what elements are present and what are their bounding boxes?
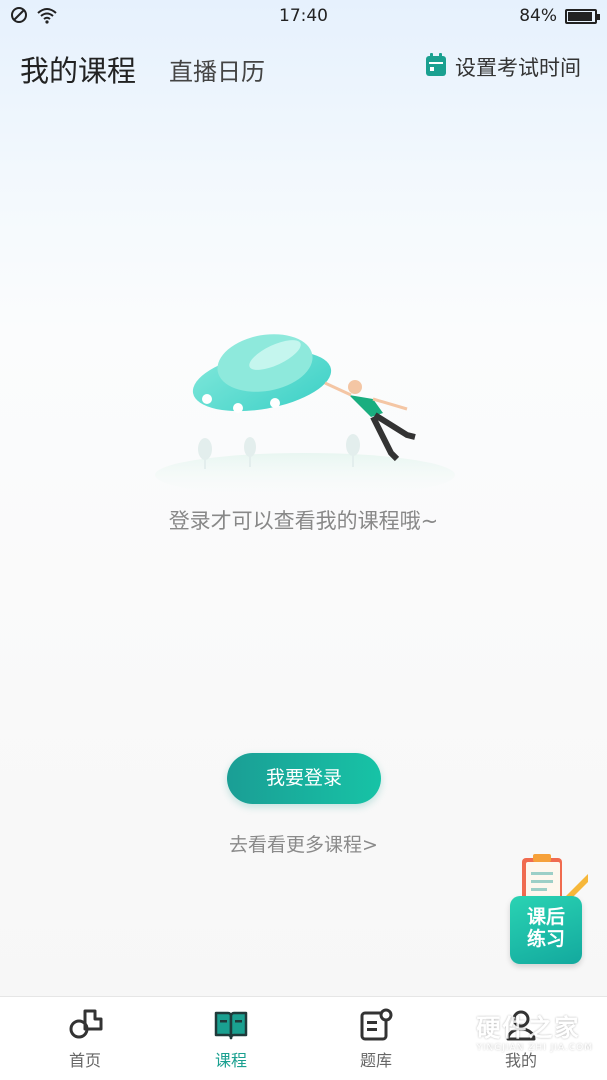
watermark-subtext: YINGJIAN ZHI JIA.COM	[476, 1042, 593, 1053]
watermark: 硬件之家 YINGJIAN ZHI JIA.COM	[430, 1006, 593, 1054]
battery-fill	[568, 11, 592, 21]
tab-live-calendar[interactable]: 直播日历	[169, 52, 265, 87]
status-bar: 17:40 84%	[0, 0, 607, 34]
tab-courses[interactable]: 课程	[186, 1007, 276, 1071]
practice-label-line2: 练习	[526, 928, 565, 950]
set-exam-time-button[interactable]: 设置考试时间	[425, 52, 581, 82]
question-bank-icon	[358, 1007, 394, 1043]
set-exam-time-label: 设置考试时间	[455, 56, 581, 80]
tab-question-bank[interactable]: 题库	[331, 1007, 421, 1071]
practice-card: 课后 练习	[510, 896, 582, 964]
tab-home[interactable]: 首页	[40, 1007, 130, 1071]
home-icon	[67, 1007, 103, 1043]
watermark-text: 硬件之家	[476, 1013, 581, 1042]
hexagon-logo-icon	[430, 1006, 470, 1054]
ufo-illustration	[145, 325, 455, 497]
book-icon	[213, 1007, 249, 1043]
battery-icon	[565, 8, 600, 24]
tab-courses-label: 课程	[214, 1051, 247, 1070]
login-button[interactable]: 我要登录	[227, 753, 381, 804]
tab-my-courses[interactable]: 我的课程	[20, 48, 136, 90]
calendar-icon	[425, 52, 447, 82]
tab-question-bank-label: 题库	[359, 1051, 392, 1070]
status-time: 17:40	[279, 6, 328, 26]
battery-percent: 84%	[519, 6, 557, 26]
header: 我的课程 直播日历 设置考试时间	[0, 44, 607, 94]
tab-home-label: 首页	[68, 1051, 101, 1070]
practice-label-line1: 课后	[526, 906, 565, 928]
after-class-practice-button[interactable]: 课后 练习	[510, 852, 592, 966]
status-right: 84%	[519, 6, 600, 26]
empty-message: 登录才可以查看我的课程哦~	[168, 509, 439, 533]
